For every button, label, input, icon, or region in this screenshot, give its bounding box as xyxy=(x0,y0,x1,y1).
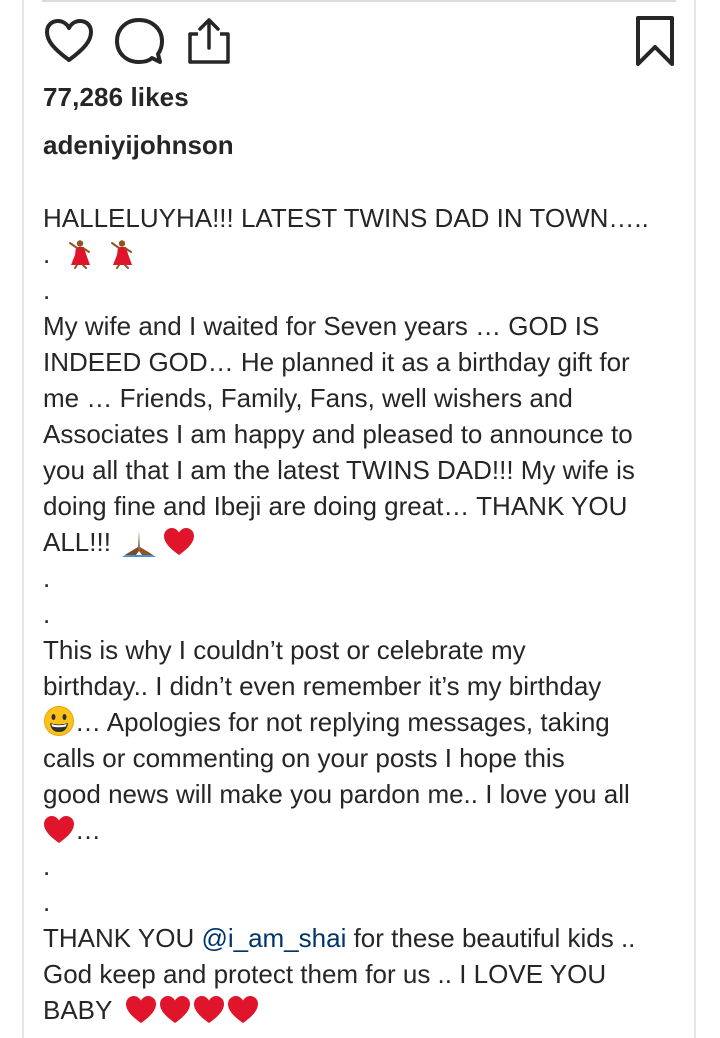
caption-line: … Apologies for not replying messages, t… xyxy=(43,704,683,740)
caption-line: Associates I am happy and pleased to ann… xyxy=(43,416,683,452)
caption-line: . xyxy=(43,884,683,920)
red-heart-emoji xyxy=(159,995,191,1025)
caption-text: … Apologies for not replying messages, t… xyxy=(75,707,610,737)
red-heart-emoji xyxy=(163,527,195,557)
caption-text: INDEED GOD… He planned it as a birthday … xyxy=(43,347,630,377)
red-heart-emoji xyxy=(43,815,75,845)
caption-text: for these beautiful kids .. xyxy=(346,923,636,953)
caption-text: . xyxy=(43,599,51,629)
like-button[interactable] xyxy=(42,14,96,68)
caption-line: BABY xyxy=(43,992,683,1028)
caption-line: birthday.. I didn’t even remember it’s m… xyxy=(43,668,683,704)
caption-text: birthday.. I didn’t even remember it’s m… xyxy=(43,671,602,701)
comment-button[interactable] xyxy=(112,14,166,68)
folded-hands-emoji xyxy=(122,527,157,557)
post-caption: HALLELUYHA!!! LATEST TWINS DAD IN TOWN….… xyxy=(43,200,683,1028)
caption-line: good news will make you pardon me.. I lo… xyxy=(43,776,683,812)
caption-text: doing fine and Ibeji are doing great… TH… xyxy=(43,491,628,521)
caption-text: . xyxy=(43,563,51,593)
caption-line: . xyxy=(43,596,683,632)
heart-outline-icon xyxy=(44,18,94,64)
mention-link[interactable]: @i_am_shai xyxy=(201,923,346,953)
caption-text: . xyxy=(43,239,51,269)
caption-text: … xyxy=(75,815,101,845)
caption-line: God keep and protect them for us .. I LO… xyxy=(43,956,683,992)
caption-text: . xyxy=(43,887,51,917)
caption-line: you all that I am the latest TWINS DAD!!… xyxy=(43,452,683,488)
caption-line: me … Friends, Family, Fans, well wishers… xyxy=(43,380,683,416)
caption-text: God keep and protect them for us .. I LO… xyxy=(43,959,607,989)
share-button[interactable] xyxy=(182,14,236,68)
post-actions-bar xyxy=(42,14,676,72)
top-divider xyxy=(42,0,676,2)
caption-text: BABY xyxy=(43,995,112,1025)
caption-line: This is why I couldn’t post or celebrate… xyxy=(43,632,683,668)
caption-line: THANK YOU @i_am_shai for these beautiful… xyxy=(43,920,683,956)
red-heart-emoji xyxy=(125,995,157,1025)
caption-line: . xyxy=(43,560,683,596)
caption-line: ALL!!! xyxy=(43,524,683,560)
caption-line: calls or commenting on your posts I hope… xyxy=(43,740,683,776)
caption-text: good news will make you pardon me.. I lo… xyxy=(43,779,630,809)
caption-text: ALL!!! xyxy=(43,527,111,557)
caption-line: INDEED GOD… He planned it as a birthday … xyxy=(43,344,683,380)
caption-line: … xyxy=(43,812,683,848)
caption-text: This is why I couldn’t post or celebrate… xyxy=(43,635,526,665)
caption-text: Associates I am happy and pleased to ann… xyxy=(43,419,633,449)
red-heart-emoji xyxy=(193,995,225,1025)
save-button[interactable] xyxy=(628,14,682,68)
caption-line: . xyxy=(43,236,683,272)
bookmark-outline-icon xyxy=(633,15,677,67)
caption-line: HALLELUYHA!!! LATEST TWINS DAD IN TOWN….… xyxy=(43,200,683,236)
red-heart-emoji xyxy=(227,995,259,1025)
caption-text: My wife and I waited for Seven years … G… xyxy=(43,311,600,341)
caption-text: you all that I am the latest TWINS DAD!!… xyxy=(43,455,635,485)
caption-text: me … Friends, Family, Fans, well wishers… xyxy=(43,383,573,413)
likes-count[interactable]: 77,286 likes xyxy=(43,82,189,113)
share-upload-icon xyxy=(184,16,234,66)
caption-line: doing fine and Ibeji are doing great… TH… xyxy=(43,488,683,524)
caption-text: calls or commenting on your posts I hope… xyxy=(43,743,565,773)
grinning-face-emoji xyxy=(43,705,75,737)
comment-bubble-icon xyxy=(114,16,164,66)
caption-text: THANK YOU xyxy=(43,923,202,953)
post-username[interactable]: adeniyijohnson xyxy=(43,130,234,161)
dancing-woman-emoji xyxy=(107,239,137,269)
caption-line: . xyxy=(43,272,683,308)
dancing-woman-emoji xyxy=(65,239,95,269)
caption-text: . xyxy=(43,275,51,305)
caption-text: HALLELUYHA!!! LATEST TWINS DAD IN TOWN….… xyxy=(43,203,649,233)
caption-line: . xyxy=(43,848,683,884)
caption-line: My wife and I waited for Seven years … G… xyxy=(43,308,683,344)
caption-text: . xyxy=(43,851,51,881)
